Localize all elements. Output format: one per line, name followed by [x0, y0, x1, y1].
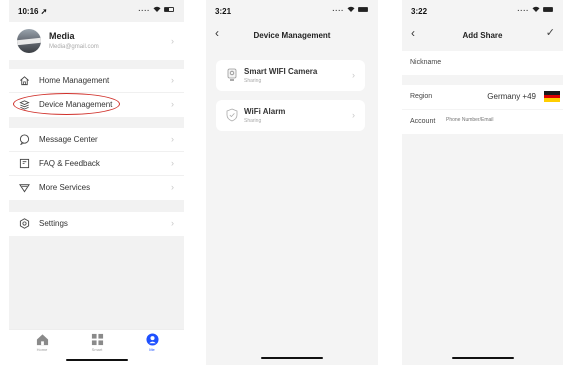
confirm-checkmark-icon[interactable]: ✓ — [546, 26, 555, 39]
device-status: Sharing — [244, 118, 262, 124]
menu-item-settings[interactable]: Settings › — [9, 212, 184, 236]
region-value: Germany +49 — [487, 92, 536, 101]
status-bar: 3:22 .... — [402, 0, 563, 20]
menu-item-label: More Services — [39, 183, 91, 192]
chevron-right-icon: › — [352, 110, 355, 120]
me-tab-icon — [145, 333, 159, 346]
wifi-icon — [347, 6, 358, 13]
wifi-icon — [153, 6, 164, 13]
status-bar: 3:21 .... — [206, 0, 378, 20]
profile-row[interactable]: Media Media@gmail.com › — [9, 22, 184, 60]
home-indicator — [451, 357, 514, 359]
status-bar: 10:16 ➚ .... — [9, 0, 184, 20]
camera-icon — [227, 68, 237, 81]
profile-name: Media — [49, 31, 75, 41]
cellular-signal-icon: .... — [332, 6, 345, 13]
cellular-signal-icon: .... — [138, 6, 151, 13]
navigation-bar: ‹ Device Management — [206, 22, 378, 46]
menu-item-label: FAQ & Feedback — [39, 159, 100, 168]
battery-icon — [358, 6, 368, 12]
page-title: Add Share — [462, 31, 503, 40]
page-title: Device Management — [253, 31, 331, 40]
battery-icon — [543, 6, 553, 12]
menu-item-home-management[interactable]: Home Management › — [9, 69, 184, 93]
tab-label: Me — [149, 347, 155, 352]
menu-item-label: Home Management — [39, 76, 110, 85]
menu-group-settings: Settings › — [9, 212, 184, 236]
navigation-bar: ‹ Add Share ✓ — [402, 22, 563, 46]
faq-icon — [19, 158, 30, 169]
services-icon — [19, 184, 30, 193]
status-icons: .... — [517, 6, 553, 13]
chevron-right-icon: › — [171, 75, 174, 85]
chevron-right-icon: › — [171, 134, 174, 144]
home-tab-icon — [36, 334, 48, 346]
device-name: WiFi Alarm — [244, 107, 286, 116]
wifi-icon — [532, 6, 543, 13]
flag-stripe — [544, 98, 560, 102]
phone-screen-device-management: 3:21 .... ‹ Device Management Smart WIFI… — [206, 0, 378, 365]
menu-item-more-services[interactable]: More Services › — [9, 176, 184, 200]
phone-screen-add-share: 3:22 .... ‹ Add Share ✓ Nickname Region … — [402, 0, 563, 365]
device-card-alarm[interactable]: WiFi Alarm Sharing › — [216, 100, 365, 131]
message-icon — [19, 134, 30, 145]
region-row[interactable]: Region Germany +49 — [402, 85, 563, 109]
chevron-right-icon: › — [171, 218, 174, 228]
account-input[interactable] — [446, 117, 546, 123]
avatar — [17, 29, 41, 53]
annotation-circle — [13, 93, 120, 115]
tab-label: Home — [36, 347, 48, 352]
device-status: Sharing — [244, 78, 262, 84]
alarm-shield-icon — [226, 108, 238, 122]
nickname-label: Nickname — [410, 59, 442, 66]
smart-tab-icon — [91, 333, 103, 346]
settings-icon — [19, 218, 30, 229]
menu-item-label: Message Center — [39, 135, 98, 144]
home-icon — [20, 76, 29, 86]
chevron-right-icon: › — [352, 70, 355, 80]
menu-item-device-management[interactable]: Device Management › — [9, 93, 184, 117]
tab-bar: Home Smart Me — [9, 329, 184, 365]
menu-item-label: Settings — [39, 219, 68, 228]
status-icons: .... — [138, 6, 174, 13]
status-time: 3:21 — [215, 7, 232, 16]
device-name: Smart WIFI Camera — [244, 67, 318, 76]
status-time: 3:22 — [411, 7, 428, 16]
home-indicator — [65, 359, 128, 361]
chevron-right-icon: › — [171, 182, 174, 192]
profile-email: Media@gmail.com — [49, 44, 99, 50]
menu-group-management: Home Management › Device Management › — [9, 69, 184, 117]
account-row: Account — [402, 110, 563, 134]
device-card-camera[interactable]: Smart WIFI Camera Sharing › — [216, 60, 365, 91]
chevron-right-icon: › — [171, 158, 174, 168]
phone-screen-me: 10:16 ➚ .... Media Media@gmail.com › Hom… — [9, 0, 184, 365]
tab-label: Smart — [91, 347, 103, 352]
cellular-signal-icon: .... — [517, 6, 530, 13]
tab-me[interactable]: Me — [137, 333, 167, 352]
nickname-row[interactable]: Nickname — [402, 51, 563, 75]
battery-icon — [164, 6, 174, 12]
menu-group-support: Message Center › FAQ & Feedback › More S… — [9, 128, 184, 200]
chevron-right-icon: › — [171, 36, 174, 46]
status-icons: .... — [332, 6, 368, 13]
chevron-right-icon: › — [171, 99, 174, 109]
tab-smart[interactable]: Smart — [82, 333, 112, 352]
region-label: Region — [410, 93, 433, 100]
menu-item-faq-feedback[interactable]: FAQ & Feedback › — [9, 152, 184, 176]
status-time: 10:16 ➚ — [18, 7, 48, 16]
tab-home[interactable]: Home — [27, 333, 57, 352]
menu-item-message-center[interactable]: Message Center › — [9, 128, 184, 152]
germany-flag-icon — [544, 91, 560, 102]
home-indicator — [261, 357, 323, 359]
account-label: Account — [410, 118, 436, 125]
